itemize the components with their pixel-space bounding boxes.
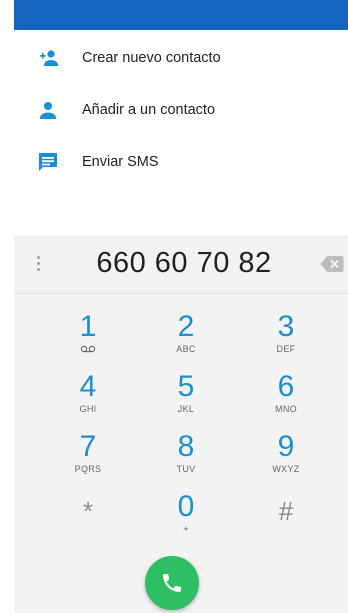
phone-icon — [163, 574, 181, 592]
key-2-digit: 2 — [177, 310, 195, 343]
key-5[interactable]: 5 JKL — [146, 371, 226, 427]
call-button[interactable] — [145, 556, 199, 610]
key-8-letters: TUV — [176, 464, 196, 474]
overflow-menu-icon[interactable] — [36, 253, 42, 275]
person-add-icon — [40, 50, 58, 66]
key-hash[interactable]: # — [246, 495, 326, 551]
key-star-symbol: * — [82, 496, 94, 526]
key-8-digit: 8 — [177, 430, 195, 463]
key-9-digit: 9 — [277, 430, 295, 463]
key-8[interactable]: 8 TUV — [146, 431, 226, 487]
suggestion-menu: Crear nuevo contacto Añadir a un contact… — [14, 30, 348, 235]
key-1[interactable]: 1 — [48, 311, 128, 367]
dialpad-panel: 660 60 70 82 1 2 ABC 3 DEF 4 GHI 5 JKL 6… — [14, 235, 348, 613]
key-2-letters: ABC — [176, 344, 196, 354]
key-7-digit: 7 — [79, 430, 97, 463]
key-0-digit: 0 — [177, 490, 195, 523]
key-0-letters: + — [183, 524, 189, 534]
key-4-digit: 4 — [79, 370, 97, 403]
key-5-letters: JKL — [177, 404, 195, 414]
key-1-digit: 1 — [79, 310, 97, 343]
backspace-icon[interactable] — [320, 255, 344, 273]
send-sms-label: Enviar SMS — [82, 154, 159, 170]
key-5-digit: 5 — [177, 370, 195, 403]
key-3[interactable]: 3 DEF — [246, 311, 326, 367]
key-6-digit: 6 — [277, 370, 295, 403]
voicemail-icon — [80, 345, 96, 353]
key-4-letters: GHI — [79, 404, 97, 414]
key-2[interactable]: 2 ABC — [146, 311, 226, 367]
key-9[interactable]: 9 WXYZ — [246, 431, 326, 487]
divider — [14, 293, 348, 294]
top-app-bar — [14, 0, 348, 30]
create-new-contact-label: Crear nuevo contacto — [82, 50, 221, 66]
dialed-number[interactable]: 660 60 70 82 — [84, 247, 284, 280]
add-to-contact-option[interactable]: Añadir a un contacto — [14, 84, 348, 136]
key-hash-symbol: # — [278, 496, 294, 526]
key-9-letters: WXYZ — [272, 464, 300, 474]
key-6-letters: MNO — [275, 404, 297, 414]
person-icon — [40, 102, 56, 119]
key-3-letters: DEF — [276, 344, 296, 354]
number-row: 660 60 70 82 — [14, 235, 348, 293]
key-6[interactable]: 6 MNO — [246, 371, 326, 427]
key-star[interactable]: * — [48, 495, 128, 551]
create-new-contact-option[interactable]: Crear nuevo contacto — [14, 32, 348, 84]
key-4[interactable]: 4 GHI — [48, 371, 128, 427]
key-0[interactable]: 0 + — [146, 491, 226, 547]
message-icon — [39, 153, 57, 171]
send-sms-option[interactable]: Enviar SMS — [14, 136, 348, 188]
key-7[interactable]: 7 PQRS — [48, 431, 128, 487]
key-7-letters: PQRS — [74, 464, 102, 474]
key-3-digit: 3 — [277, 310, 295, 343]
add-to-contact-label: Añadir a un contacto — [82, 102, 216, 118]
